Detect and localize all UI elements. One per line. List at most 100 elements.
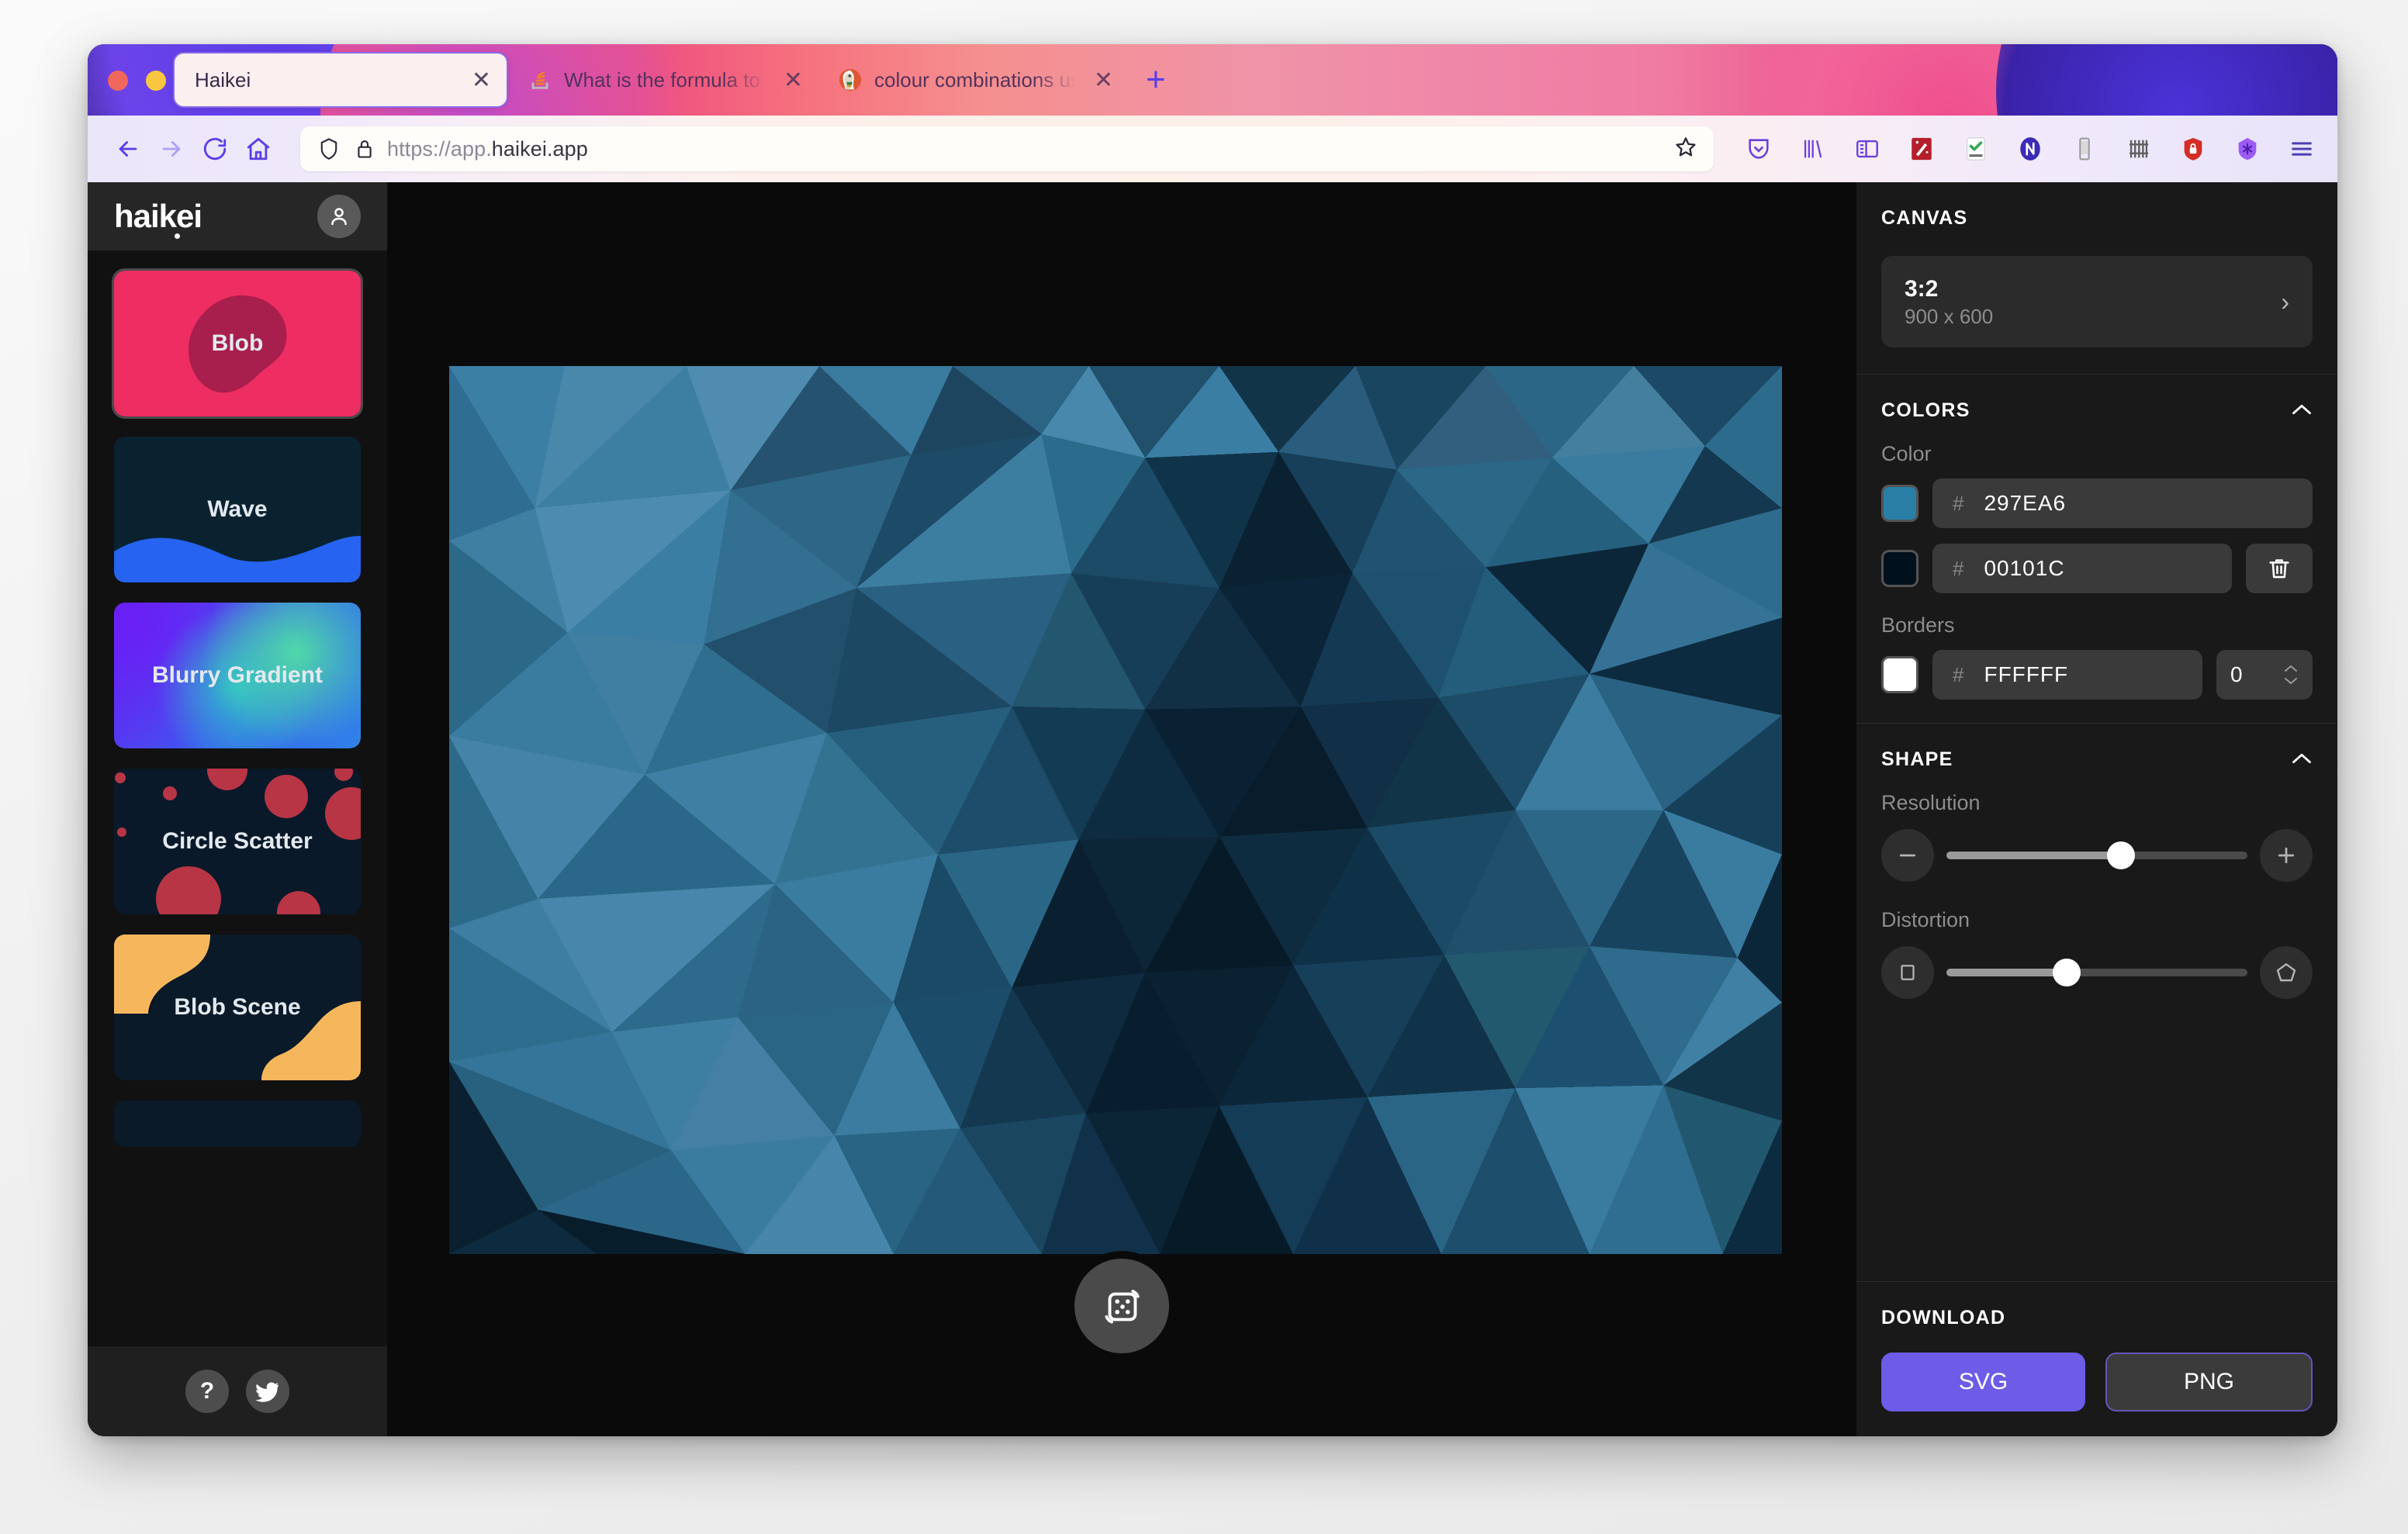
download-buttons: SVG PNG xyxy=(1881,1353,2313,1411)
menu-icon[interactable] xyxy=(2285,132,2319,166)
preset-item-wave[interactable]: Wave xyxy=(114,437,361,582)
download-png-button[interactable]: PNG xyxy=(2105,1353,2313,1411)
star-icon[interactable] xyxy=(1673,135,1698,164)
chevron-up-icon[interactable] xyxy=(2291,749,2313,771)
color-swatch-1[interactable] xyxy=(1881,485,1918,522)
color-row-1: # 297EA6 xyxy=(1881,479,2313,528)
notion-icon[interactable] xyxy=(2013,132,2047,166)
border-width-stepper[interactable]: 0 xyxy=(2216,650,2313,700)
tab-label: colour combinations using two c xyxy=(874,67,1077,92)
haikei-app: haikei Blob Wave Blurry Gradient Circle … xyxy=(88,182,2337,1436)
color-hex-value-2: 00101C xyxy=(1984,556,2065,580)
colors-section: COLORS Color # 297EA6 # 00101C Borders #… xyxy=(1856,374,2337,723)
extension-toolbar xyxy=(1734,132,2319,166)
square-icon[interactable] xyxy=(1881,946,1934,999)
preset-item-blob[interactable]: Blob xyxy=(112,268,363,419)
resolution-slider-knob[interactable] xyxy=(2107,841,2136,869)
browser-navigation-bar: https://app.haikei.app xyxy=(88,116,2337,182)
canvas-section: CANVAS 3:2 900 x 600 › xyxy=(1856,182,2337,374)
colors-heading-label: COLORS xyxy=(1881,399,1970,421)
tab-strip: Haikei ✕ What is the formula to generat xyxy=(173,52,1183,108)
preset-label: Blob xyxy=(211,330,264,356)
close-icon[interactable]: ✕ xyxy=(779,67,803,94)
home-icon[interactable] xyxy=(237,127,280,171)
library-icon[interactable] xyxy=(1796,132,1830,166)
panel-spacer xyxy=(1856,1025,2337,1281)
border-row: # FFFFFF 0 xyxy=(1881,650,2313,700)
pocket-icon[interactable] xyxy=(1742,132,1776,166)
minus-icon[interactable] xyxy=(1881,829,1934,882)
tab-stackoverflow[interactable]: What is the formula to generate ✕ xyxy=(508,52,818,108)
bitwarden-icon[interactable] xyxy=(2230,132,2264,166)
new-tab-button[interactable]: + xyxy=(1129,63,1183,97)
back-icon[interactable] xyxy=(106,127,150,171)
color-hex-input-2[interactable]: # 00101C xyxy=(1932,544,2232,593)
close-icon[interactable]: ✕ xyxy=(467,67,491,94)
distortion-slider-knob[interactable] xyxy=(2053,959,2081,986)
shape-section-heading[interactable]: SHAPE xyxy=(1881,748,2313,771)
color-hex-value-1: 297EA6 xyxy=(1984,491,2067,515)
preset-item-blob-scene[interactable]: Blob Scene xyxy=(114,935,361,1080)
url-bar[interactable]: https://app.haikei.app xyxy=(300,126,1714,171)
download-heading-label: DOWNLOAD xyxy=(1881,1307,2006,1328)
preset-item-circle-scatter[interactable]: Circle Scatter xyxy=(114,769,361,914)
resolution-slider-row xyxy=(1881,829,2313,882)
preset-label: Wave xyxy=(207,496,268,522)
twitter-icon[interactable] xyxy=(246,1370,289,1413)
question-mark-icon[interactable]: ? xyxy=(185,1370,229,1413)
border-hex-input[interactable]: # FFFFFF xyxy=(1932,650,2202,700)
close-window-button[interactable] xyxy=(108,71,128,91)
stepper-arrows[interactable] xyxy=(2283,664,2299,686)
colors-section-heading[interactable]: COLORS xyxy=(1881,399,2313,422)
lock-icon[interactable] xyxy=(351,136,378,162)
distortion-slider-row xyxy=(1881,946,2313,999)
chevron-right-icon[interactable]: › xyxy=(2281,288,2289,316)
preset-item-next[interactable] xyxy=(114,1100,361,1147)
browser-window: Haikei ✕ What is the formula to generat xyxy=(88,44,2337,1436)
trash-icon[interactable] xyxy=(2246,544,2313,593)
forward-icon[interactable] xyxy=(150,127,193,171)
wand-icon[interactable] xyxy=(1905,132,1939,166)
distortion-slider[interactable] xyxy=(1946,959,2247,986)
generated-artwork[interactable] xyxy=(449,366,1782,1254)
chevron-down-icon xyxy=(2285,678,2297,684)
dice-shuffle-icon[interactable] xyxy=(1074,1259,1169,1353)
canvas-size-text: 3:2 900 x 600 xyxy=(1905,275,1993,329)
barcode-icon[interactable] xyxy=(2122,132,2156,166)
canvas-size-selector[interactable]: 3:2 900 x 600 › xyxy=(1881,256,2313,347)
sidebar-icon[interactable] xyxy=(1850,132,1884,166)
todoist-icon[interactable] xyxy=(1959,132,1993,166)
responsive-icon[interactable] xyxy=(2067,132,2102,166)
hash-symbol: # xyxy=(1953,491,1964,515)
pentagon-icon[interactable] xyxy=(2260,946,2313,999)
url-protocol: https://app. xyxy=(387,136,492,161)
user-avatar-icon[interactable] xyxy=(317,195,361,238)
border-color-swatch[interactable] xyxy=(1881,656,1918,693)
reload-icon[interactable] xyxy=(193,127,237,171)
sidebar-footer: ? xyxy=(88,1346,387,1436)
minimize-window-button[interactable] xyxy=(146,71,166,91)
chevron-up-icon[interactable] xyxy=(2291,400,2313,422)
borders-group-label: Borders xyxy=(1881,613,1955,637)
preset-item-blurry-gradient[interactable]: Blurry Gradient xyxy=(114,603,361,748)
app-sidebar: haikei Blob Wave Blurry Gradient Circle … xyxy=(88,182,387,1436)
shape-heading-label: SHAPE xyxy=(1881,748,1953,770)
tab-haikei[interactable]: Haikei ✕ xyxy=(173,52,508,108)
resolution-slider[interactable] xyxy=(1946,841,2247,869)
color-hex-input-1[interactable]: # 297EA6 xyxy=(1932,479,2313,528)
tab-duckduckgo[interactable]: colour combinations using two c ✕ xyxy=(818,52,1129,108)
hash-symbol: # xyxy=(1953,556,1964,580)
lastpass-icon[interactable] xyxy=(2176,132,2210,166)
download-svg-button[interactable]: SVG xyxy=(1881,1353,2085,1411)
logo-dot xyxy=(175,233,180,239)
close-icon[interactable]: ✕ xyxy=(1089,67,1113,94)
shield-icon[interactable] xyxy=(316,136,342,162)
haikei-logo[interactable]: haikei xyxy=(114,198,202,239)
tab-label: Haikei xyxy=(195,67,251,92)
plus-icon[interactable] xyxy=(2260,829,2313,882)
resolution-label: Resolution xyxy=(1881,791,1981,814)
canvas-stage xyxy=(387,182,1856,1436)
preset-list[interactable]: Blob Wave Blurry Gradient Circle Scatter… xyxy=(88,250,387,1346)
color-swatch-2[interactable] xyxy=(1881,550,1918,587)
titlebar-gradient-blob-4 xyxy=(1996,44,2337,116)
